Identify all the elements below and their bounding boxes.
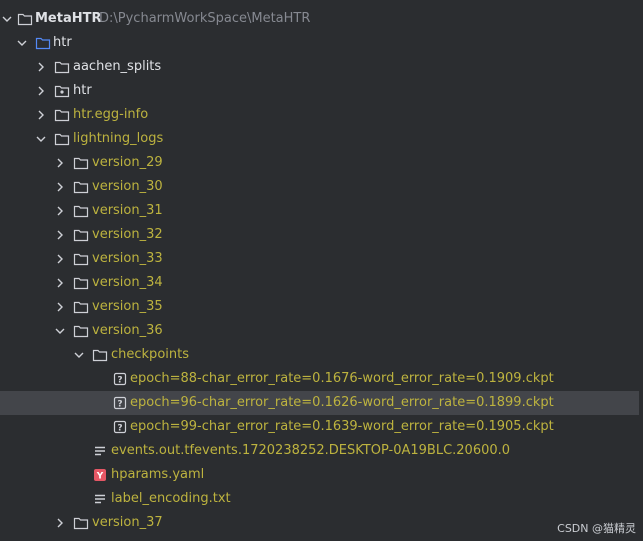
tree-row-version-35[interactable]: version_35 bbox=[0, 295, 643, 319]
chevron-right-icon[interactable] bbox=[53, 175, 67, 199]
file-label: epoch=99-char_error_rate=0.1639-word_err… bbox=[130, 419, 554, 434]
tree-row-htr[interactable]: htr bbox=[0, 31, 643, 55]
file-label: epoch=88-char_error_rate=0.1676-word_err… bbox=[130, 371, 554, 386]
folder-label: version_34 bbox=[92, 275, 163, 290]
chevron-right-icon[interactable] bbox=[53, 247, 67, 271]
tree-row-htr-package[interactable]: htr bbox=[0, 79, 643, 103]
tree-row-version-34[interactable]: version_34 bbox=[0, 271, 643, 295]
folder-icon bbox=[73, 295, 89, 319]
text-file-icon bbox=[92, 487, 108, 511]
tree-row-lightning-logs[interactable]: lightning_logs bbox=[0, 127, 643, 151]
chevron-right-icon[interactable] bbox=[34, 55, 48, 79]
tree-row-version-32[interactable]: version_32 bbox=[0, 223, 643, 247]
chevron-down-icon[interactable] bbox=[0, 7, 14, 31]
tree-row-checkpoints[interactable]: checkpoints bbox=[0, 343, 643, 367]
folder-icon bbox=[73, 151, 89, 175]
svg-text:?: ? bbox=[117, 399, 122, 409]
chevron-right-icon[interactable] bbox=[53, 511, 67, 535]
chevron-right-icon[interactable] bbox=[53, 271, 67, 295]
chevron-down-icon[interactable] bbox=[34, 127, 48, 151]
tree-row-version-33[interactable]: version_33 bbox=[0, 247, 643, 271]
tree-row-htr-egg-info[interactable]: htr.egg-info bbox=[0, 103, 643, 127]
package-folder-icon bbox=[54, 79, 70, 103]
chevron-right-icon[interactable] bbox=[53, 223, 67, 247]
chevron-down-icon[interactable] bbox=[72, 343, 86, 367]
chevron-right-icon[interactable] bbox=[34, 79, 48, 103]
folder-label: version_37 bbox=[92, 515, 163, 530]
folder-icon bbox=[73, 511, 89, 535]
file-label: epoch=96-char_error_rate=0.1626-word_err… bbox=[130, 395, 554, 410]
folder-icon bbox=[54, 55, 70, 79]
tree-row-aachen-splits[interactable]: aachen_splits bbox=[0, 55, 643, 79]
tree-row-ckpt-file[interactable]: ? epoch=99-char_error_rate=0.1639-word_e… bbox=[0, 415, 643, 439]
chevron-right-icon[interactable] bbox=[34, 103, 48, 127]
chevron-right-icon[interactable] bbox=[53, 151, 67, 175]
unknown-file-icon: ? bbox=[112, 415, 128, 439]
folder-label: version_33 bbox=[92, 251, 163, 266]
svg-text:Y: Y bbox=[96, 472, 104, 482]
folder-label: htr.egg-info bbox=[73, 107, 149, 122]
tree-row-version-29[interactable]: version_29 bbox=[0, 151, 643, 175]
tree-row-metahtr[interactable]: MetaHTR D:\PycharmWorkSpace\MetaHTR bbox=[0, 7, 643, 31]
unknown-file-icon: ? bbox=[112, 367, 128, 391]
text-file-icon bbox=[92, 439, 108, 463]
file-label: events.out.tfevents.1720238252.DESKTOP-0… bbox=[111, 443, 511, 458]
file-label: label_encoding.txt bbox=[111, 491, 231, 506]
tree-row-version-31[interactable]: version_31 bbox=[0, 199, 643, 223]
project-tree: MetaHTR D:\PycharmWorkSpace\MetaHTR htr … bbox=[0, 7, 643, 535]
svg-text:?: ? bbox=[117, 375, 122, 385]
folder-label: aachen_splits bbox=[73, 59, 162, 74]
tree-row-label-encoding-file[interactable]: label_encoding.txt bbox=[0, 487, 643, 511]
folder-label: version_29 bbox=[92, 155, 163, 170]
folder-icon bbox=[35, 31, 51, 55]
folder-icon bbox=[73, 247, 89, 271]
folder-label: lightning_logs bbox=[73, 131, 164, 146]
folder-label: version_32 bbox=[92, 227, 163, 242]
tree-row-events-file[interactable]: events.out.tfevents.1720238252.DESKTOP-0… bbox=[0, 439, 643, 463]
tree-row-ckpt-file[interactable]: ? epoch=88-char_error_rate=0.1676-word_e… bbox=[0, 367, 643, 391]
yaml-file-icon: Y bbox=[92, 463, 108, 487]
folder-label: version_36 bbox=[92, 323, 163, 338]
tree-row-version-36[interactable]: version_36 bbox=[0, 319, 643, 343]
folder-label: htr bbox=[53, 35, 72, 50]
folder-label: version_35 bbox=[92, 299, 163, 314]
file-label: hparams.yaml bbox=[111, 467, 205, 482]
folder-icon bbox=[73, 271, 89, 295]
chevron-right-icon[interactable] bbox=[53, 199, 67, 223]
folder-icon bbox=[17, 7, 33, 31]
folder-icon bbox=[73, 175, 89, 199]
tree-row-ckpt-file-selected[interactable]: ? epoch=96-char_error_rate=0.1626-word_e… bbox=[0, 391, 639, 415]
unknown-file-icon: ? bbox=[112, 391, 128, 415]
folder-label: htr bbox=[73, 83, 92, 98]
tree-row-version-37[interactable]: version_37 bbox=[0, 511, 643, 535]
folder-label: version_30 bbox=[92, 179, 163, 194]
folder-icon bbox=[54, 103, 70, 127]
tree-row-hparams-file[interactable]: Y hparams.yaml bbox=[0, 463, 643, 487]
chevron-right-icon[interactable] bbox=[53, 295, 67, 319]
folder-icon bbox=[54, 127, 70, 151]
folder-icon bbox=[73, 199, 89, 223]
folder-icon bbox=[73, 223, 89, 247]
folder-icon bbox=[73, 319, 89, 343]
chevron-down-icon[interactable] bbox=[53, 319, 67, 343]
project-name: MetaHTR bbox=[35, 11, 102, 26]
folder-label: version_31 bbox=[92, 203, 163, 218]
folder-label: checkpoints bbox=[111, 347, 189, 362]
tree-row-version-30[interactable]: version_30 bbox=[0, 175, 643, 199]
folder-icon bbox=[92, 343, 108, 367]
project-path: D:\PycharmWorkSpace\MetaHTR bbox=[99, 11, 311, 26]
chevron-down-icon[interactable] bbox=[15, 31, 29, 55]
svg-text:?: ? bbox=[117, 423, 122, 433]
watermark-text: CSDN @猫精灵 bbox=[557, 522, 636, 535]
